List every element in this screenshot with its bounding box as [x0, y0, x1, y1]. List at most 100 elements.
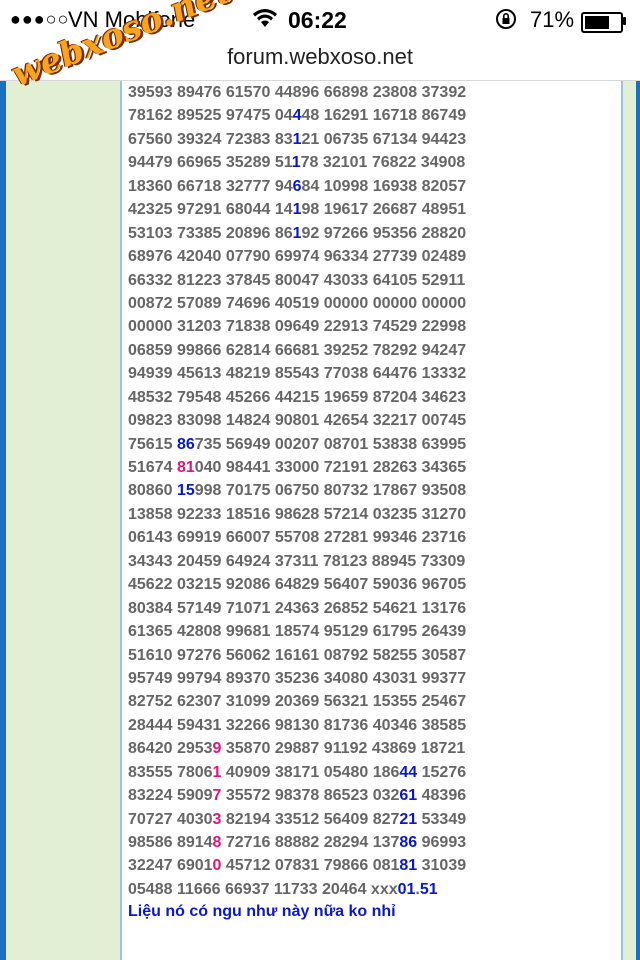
number-text: 98 19617 26687 48951	[301, 201, 467, 219]
number-text: 53349	[417, 810, 467, 828]
number-line: 39593 89476 61570 44896 66898 23808 3739…	[128, 81, 466, 104]
number-text: 80384 57149 71071 24363 26852 54621 1317…	[128, 599, 467, 617]
number-line: 94479 66965 35289 51178 32101 76822 3490…	[128, 151, 466, 174]
number-text: 45712 07831 79866 081	[221, 857, 400, 875]
number-text: 98586 8914	[128, 834, 213, 851]
number-text: 61365 42808 99681 18574 95129 61795 2643…	[128, 623, 467, 641]
highlighted-digits: 21	[399, 810, 418, 828]
highlighted-digits: 81	[176, 459, 195, 476]
number-line: 70727 40303 82194 33512 56409 82721 5334…	[128, 808, 466, 831]
number-text: 82194 33512 56409 827	[221, 810, 400, 828]
number-line: 34343 20459 64924 37311 78123 88945 7330…	[128, 550, 466, 573]
orientation-lock-icon	[494, 7, 518, 37]
number-text: 18360 66718 32777 94	[128, 177, 293, 195]
battery-icon	[581, 12, 623, 33]
number-text: 21 06735 67134 94423	[301, 130, 467, 148]
number-text: 51610 97276 56062 16161 08792 58255 3058…	[128, 646, 467, 664]
highlighted-digits: 51	[419, 880, 438, 898]
number-line: 68976 42040 07790 69974 96334 27739 0248…	[128, 245, 466, 268]
number-line: 48532 79548 45266 44215 19659 87204 3462…	[128, 386, 466, 409]
highlighted-digits: 1	[292, 130, 302, 148]
highlighted-digits: 86	[399, 834, 418, 851]
highlighted-digits: 81	[399, 857, 418, 875]
number-line: 80384 57149 71071 24363 26852 54621 1317…	[128, 597, 466, 620]
number-text: 42325 97291 68044 14	[128, 201, 293, 219]
number-text: 51674	[128, 459, 177, 476]
number-text: 83224 5909	[128, 787, 213, 805]
number-text: 84 10998 16938 82057	[301, 177, 467, 195]
post-content: 39593 89476 61570 44896 66898 23808 3739…	[122, 81, 622, 960]
number-text: 31039	[417, 857, 467, 875]
number-line: 86420 29539 35870 29887 91192 43869 1872…	[128, 737, 466, 760]
number-line: 94939 45613 48219 85543 77038 64476 1333…	[128, 362, 466, 385]
post-comment: Liệu nó có ngu như này nữa ko nhỉ	[128, 903, 396, 920]
number-text: 13858 92233 18516 98628 57214 03235 3127…	[128, 505, 467, 523]
number-text: 94479 66965 35289 51	[128, 154, 292, 172]
battery-level-fill	[585, 16, 609, 29]
highlighted-digits: 1	[291, 154, 301, 172]
highlighted-digits: 15	[176, 482, 195, 500]
number-text: 998 70175 06750 80732 17867 93508	[194, 482, 467, 500]
number-line: 78162 89525 97475 04448 16291 16718 8674…	[128, 104, 466, 127]
number-text: 06859 99866 62814 66681 39252 78292 9424…	[128, 341, 467, 359]
highlighted-digits: 01	[397, 880, 416, 898]
number-text: 95749 99794 89370 35236 34080 43031 9937…	[128, 669, 467, 687]
number-line: 13858 92233 18516 98628 57214 03235 3127…	[128, 503, 466, 526]
number-text: 06143 69919 66007 55708 27281 99346 2371…	[128, 529, 467, 547]
number-line: 75615 86735 56949 00207 08701 53838 6399…	[128, 433, 466, 456]
number-text: 86420 2953	[128, 740, 213, 758]
number-text: 15276	[417, 763, 467, 781]
number-text: 83555 7806	[128, 763, 213, 781]
number-line: 83224 59097 35572 98378 86523 03261 4839…	[128, 784, 466, 807]
number-text: 09823 83098 14824 90801 42654 32217 0074…	[128, 412, 467, 430]
highlighted-digits: 44	[399, 763, 418, 781]
number-text: 45622 03215 92086 64829 56407 59036 9670…	[128, 576, 467, 594]
number-list: 39593 89476 61570 44896 66898 23808 3739…	[128, 81, 466, 901]
forum-page: 39593 89476 61570 44896 66898 23808 3739…	[0, 81, 640, 960]
number-text: 66332 81223 37845 80047 43033 64105 5291…	[128, 271, 466, 289]
number-text: 040 98441 33000 72191 28263 34365	[194, 459, 467, 476]
number-line: 67560 39324 72383 83121 06735 67134 9442…	[128, 128, 466, 151]
number-line: 42325 97291 68044 14198 19617 26687 4895…	[128, 198, 466, 221]
number-line: 05488 11666 66937 11733 20464 xxx01.51	[128, 878, 466, 901]
number-text: 40909 38171 05480 186	[221, 763, 400, 781]
highlighted-digits: 4	[292, 107, 302, 125]
number-text: 72716 88882 28294 137	[221, 834, 400, 851]
number-text: 735 56949 00207 08701 53838 63995	[194, 435, 467, 453]
clock: 06:22	[288, 7, 347, 33]
post-author-column	[6, 81, 120, 960]
number-text: 67560 39324 72383 83	[128, 130, 293, 148]
right-border	[636, 81, 640, 960]
number-text: 48532 79548 45266 44215 19659 87204 3462…	[128, 388, 467, 406]
number-text: 39593 89476 61570 44896 66898 23808 3739…	[128, 84, 467, 101]
number-text: 82752 62307 31099 20369 56321 15355 2546…	[128, 693, 467, 711]
number-text: 75615	[128, 435, 177, 453]
number-line: 80860 15998 70175 06750 80732 17867 9350…	[128, 479, 466, 502]
number-line: 18360 66718 32777 94684 10998 16938 8205…	[128, 175, 466, 198]
number-line: 45622 03215 92086 64829 56407 59036 9670…	[128, 573, 466, 596]
highlighted-digits: 6	[292, 177, 302, 195]
number-text: 68976 42040 07790 69974 96334 27739 0248…	[128, 248, 467, 266]
highlighted-digits: 1	[292, 201, 302, 219]
number-text: 94939 45613 48219 85543 77038 64476 1333…	[128, 365, 467, 383]
number-text: 00872 57089 74696 40519 00000 00000 0000…	[128, 294, 467, 312]
number-line: 66332 81223 37845 80047 43033 64105 5291…	[128, 269, 466, 292]
number-line: 00000 31203 71838 09649 22913 74529 2299…	[128, 315, 466, 338]
highlighted-digits: 1	[292, 224, 302, 242]
number-text: 35870 29887 91192 43869 18721	[221, 740, 466, 758]
number-line: 61365 42808 99681 18574 95129 61795 2643…	[128, 620, 466, 643]
number-line: 28444 59431 32266 98130 81736 40346 3858…	[128, 714, 466, 737]
number-text: 92 97266 95356 28820	[301, 224, 467, 242]
number-line: 32247 69010 45712 07831 79866 08181 3103…	[128, 854, 466, 877]
number-line: 51610 97276 56062 16161 08792 58255 3058…	[128, 644, 466, 667]
highlighted-digits: 61	[399, 787, 418, 805]
wifi-icon	[252, 7, 278, 35]
number-text: 00000 31203 71838 09649 22913 74529 2299…	[128, 318, 467, 336]
number-line: 51674 81040 98441 33000 72191 28263 3436…	[128, 456, 466, 479]
number-text: 48396	[417, 787, 467, 805]
number-text: 78162 89525 97475 04	[128, 107, 293, 125]
number-text: 28444 59431 32266 98130 81736 40346 3858…	[128, 716, 467, 734]
number-line: 06143 69919 66007 55708 27281 99346 2371…	[128, 526, 466, 549]
number-text: 05488 11666 66937 11733 20464 xxx	[128, 880, 398, 898]
battery-percent: 71%	[530, 7, 575, 32]
